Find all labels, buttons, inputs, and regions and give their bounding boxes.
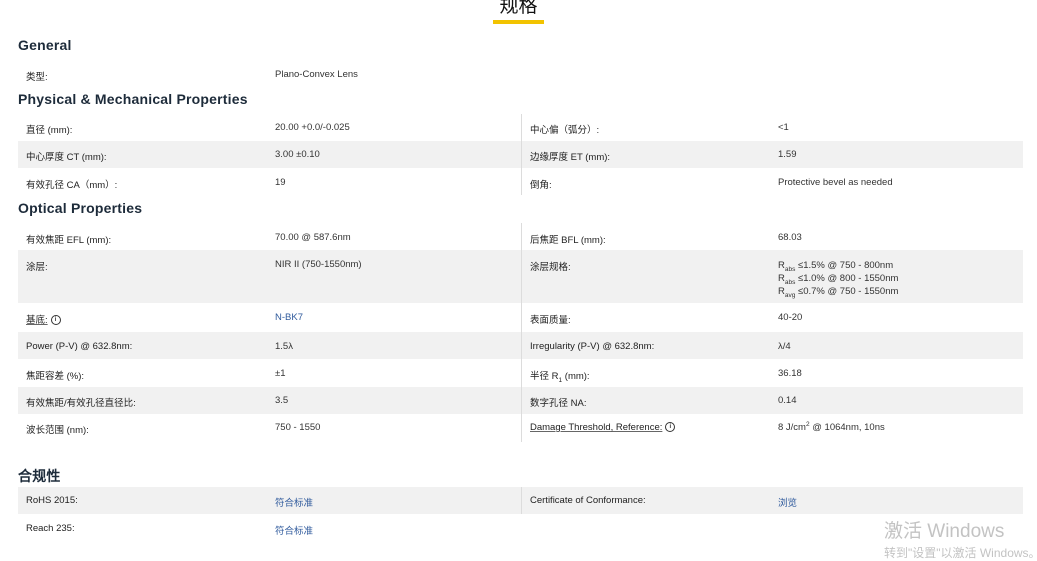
- spec-value: Plano-Convex Lens: [275, 69, 358, 80]
- spec-value: 0.14: [778, 395, 797, 406]
- section-title-optical: Optical Properties: [18, 200, 143, 216]
- table-row: 中心厚度 CT (mm): 3.00 ±0.10 边缘厚度 ET (mm): 1…: [18, 141, 1023, 168]
- spec-label: 中心厚度 CT (mm):: [26, 152, 107, 163]
- spec-label: 边缘厚度 ET (mm):: [521, 141, 770, 168]
- spec-label: 后焦距 BFL (mm):: [521, 223, 770, 250]
- spec-table-compliance: RoHS 2015: 符合标准 Certificate of Conforman…: [18, 487, 1023, 541]
- spec-value: 20.00 +0.0/-0.025: [275, 122, 350, 133]
- certificate-view-link[interactable]: 浏览: [770, 495, 1023, 509]
- spec-label: 有效焦距/有效孔径直径比:: [26, 398, 136, 409]
- spec-value: 750 - 1550: [275, 422, 321, 433]
- spec-value: 1.5λ: [275, 341, 293, 352]
- substrate-link[interactable]: N-BK7: [267, 312, 521, 323]
- coating-spec-line: Rabs ≤1.0% @ 800 - 1550nm: [778, 273, 899, 286]
- table-row: 有效焦距 EFL (mm): 70.00 @ 587.6nm 后焦距 BFL (…: [18, 223, 1023, 250]
- spec-label: 涂层:: [26, 262, 48, 273]
- info-icon[interactable]: i: [50, 315, 61, 326]
- spec-table-optical: 有效焦距 EFL (mm): 70.00 @ 587.6nm 后焦距 BFL (…: [18, 223, 1023, 442]
- spec-label: 中心偏（弧分）:: [521, 114, 770, 141]
- spec-label: 涂层规格:: [521, 250, 770, 303]
- spec-label: 类型:: [26, 72, 48, 83]
- rohs-compliance-link[interactable]: 符合标准: [267, 495, 521, 509]
- table-row: 焦距容差 (%): ±1 半径 R1 (mm): 36.18: [18, 359, 1023, 387]
- spec-value: λ/4: [778, 341, 791, 352]
- table-row: 有效焦距/有效孔径直径比: 3.5 数字孔径 NA: 0.14: [18, 387, 1023, 414]
- spec-value: 1.59: [778, 149, 797, 160]
- spec-table-physical: 直径 (mm): 20.00 +0.0/-0.025 中心偏（弧分）: <1 中…: [18, 114, 1023, 195]
- spec-value: NIR II (750-1550nm): [275, 259, 362, 270]
- page-title: 规格: [0, 0, 1037, 24]
- windows-activation-watermark-sub: 转到"设置"以激活 Windows。: [884, 546, 1037, 560]
- coating-spec-line: Rabs ≤1.5% @ 750 - 800nm: [778, 260, 894, 273]
- table-row: 类型: Plano-Convex Lens: [18, 60, 1023, 87]
- spec-label: 倒角:: [521, 168, 770, 195]
- spec-value: 19: [275, 177, 286, 188]
- table-row: 基底: i N-BK7 表面质量: 40-20: [18, 303, 1023, 332]
- damage-threshold-label-cell[interactable]: Damage Threshold, Reference: i: [521, 414, 770, 442]
- spec-value: 3.5: [275, 395, 289, 406]
- spec-value: Protective bevel as needed: [778, 177, 893, 188]
- spec-value: ±1: [275, 368, 286, 379]
- damage-threshold-label[interactable]: Damage Threshold, Reference:: [530, 422, 662, 433]
- spec-label: 表面质量:: [521, 303, 770, 332]
- spec-value: 68.03: [778, 232, 802, 243]
- spec-label: 有效孔径 CA（mm）:: [26, 180, 118, 191]
- spec-value: 3.00 ±0.10: [275, 149, 320, 160]
- spec-value: 36.18: [778, 368, 802, 379]
- spec-value: 40-20: [778, 312, 803, 323]
- radius-label: 半径 R1 (mm):: [521, 359, 770, 387]
- spec-value: <1: [778, 122, 789, 133]
- table-row: Power (P-V) @ 632.8nm: 1.5λ Irregularity…: [18, 332, 1023, 359]
- spec-label: Reach 235:: [26, 523, 75, 534]
- spec-value: 70.00 @ 587.6nm: [275, 232, 351, 243]
- coating-spec-values: Rabs ≤1.5% @ 750 - 800nm Rabs ≤1.0% @ 80…: [770, 259, 1023, 299]
- reach-compliance-link[interactable]: 符合标准: [267, 523, 521, 537]
- spec-label: 有效焦距 EFL (mm):: [26, 235, 112, 246]
- section-title-general: General: [18, 37, 72, 53]
- section-title-compliance: 合规性: [18, 468, 61, 484]
- info-icon[interactable]: i: [665, 422, 676, 433]
- spec-label: Certificate of Conformance:: [521, 487, 770, 514]
- table-row: 有效孔径 CA（mm）: 19 倒角: Protective bevel as …: [18, 168, 1023, 195]
- substrate-label-cell[interactable]: 基底: i: [18, 312, 267, 326]
- substrate-label[interactable]: 基底:: [26, 315, 48, 326]
- spec-label: RoHS 2015:: [26, 495, 78, 506]
- windows-activation-watermark: 激活 Windows: [884, 521, 1005, 542]
- spec-label: 波长范围 (nm):: [26, 425, 89, 436]
- spec-label: 焦距容差 (%):: [26, 371, 85, 382]
- spec-label: 直径 (mm):: [26, 125, 73, 136]
- table-row: RoHS 2015: 符合标准 Certificate of Conforman…: [18, 487, 1023, 514]
- table-row: 直径 (mm): 20.00 +0.0/-0.025 中心偏（弧分）: <1: [18, 114, 1023, 141]
- damage-threshold-value: 8 J/cm2 @ 1064nm, 10ns: [778, 420, 885, 433]
- section-title-physical: Physical & Mechanical Properties: [18, 91, 248, 107]
- spec-label: Power (P-V) @ 632.8nm:: [26, 341, 133, 352]
- table-row: 波长范围 (nm): 750 - 1550 Damage Threshold, …: [18, 414, 1023, 442]
- page-title-text: 规格: [493, 0, 544, 24]
- spec-label: 数字孔径 NA:: [521, 387, 770, 414]
- table-row: 涂层: NIR II (750-1550nm) 涂层规格: Rabs ≤1.5%…: [18, 250, 1023, 303]
- coating-spec-line: Ravg ≤0.7% @ 750 - 1550nm: [778, 286, 899, 299]
- spec-table-general: 类型: Plano-Convex Lens: [18, 60, 1023, 87]
- spec-label: Irregularity (P-V) @ 632.8nm:: [521, 332, 770, 359]
- table-row: Reach 235: 符合标准: [18, 514, 1023, 541]
